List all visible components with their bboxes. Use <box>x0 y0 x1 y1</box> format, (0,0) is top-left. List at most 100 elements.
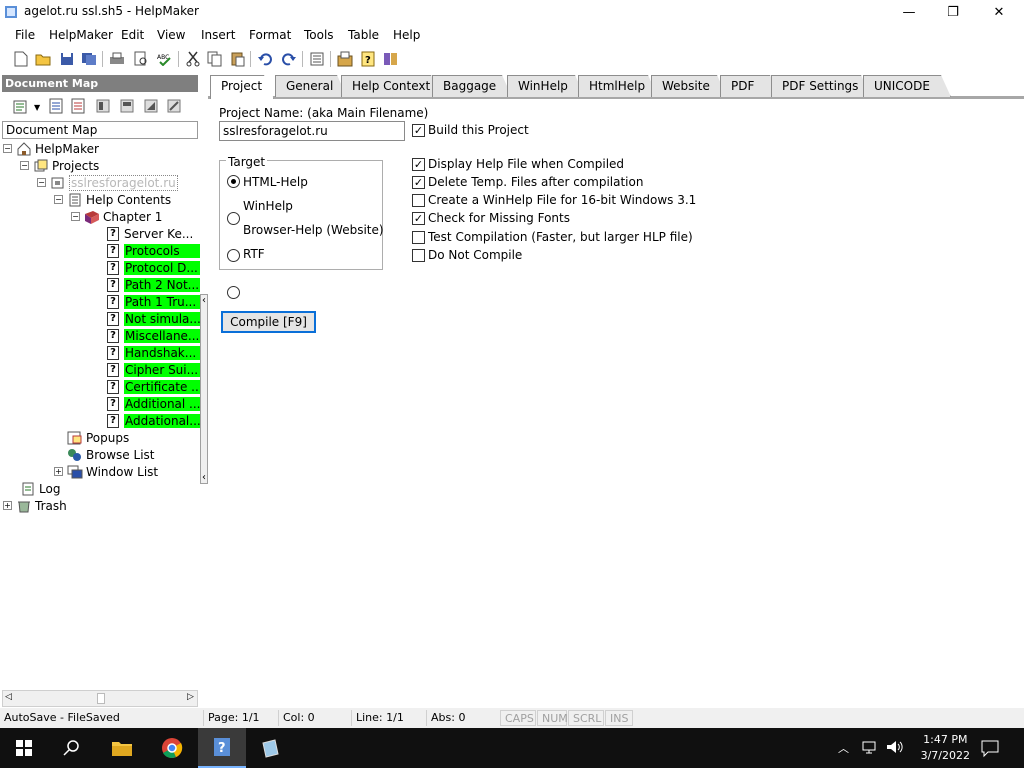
target-html-help-radio[interactable] <box>227 175 240 188</box>
maximize-button[interactable]: ❐ <box>930 0 976 24</box>
new-file-icon[interactable] <box>12 50 30 68</box>
help-topic-icon[interactable]: ? <box>359 50 377 68</box>
collapse-toggle[interactable]: − <box>20 161 29 170</box>
delete-temp-checkbox[interactable]: ✓ <box>412 176 425 189</box>
scroll-left-icon[interactable]: ◁ <box>5 692 12 702</box>
copy-icon[interactable] <box>206 50 224 68</box>
new-topic-icon[interactable] <box>12 97 30 115</box>
tree-node-browse-list[interactable]: Browse List <box>67 446 154 463</box>
scroll-thumb[interactable] <box>97 693 105 704</box>
compile-toolbar-icon[interactable] <box>382 50 400 68</box>
paste-icon[interactable] <box>229 50 247 68</box>
tree-node-topic[interactable]: ? Miscellane... <box>105 327 200 344</box>
tree-node-topic[interactable]: ? Path 2 Not... <box>105 276 200 293</box>
winhelp16-checkbox[interactable] <box>412 194 425 207</box>
menu-helpmaker[interactable]: HelpMaker <box>45 27 117 43</box>
build-project-checkbox[interactable]: ✓ <box>412 124 425 137</box>
helpmaker-taskbar-icon[interactable]: ? <box>198 728 246 768</box>
tab-pdf-settings[interactable]: PDF Settings <box>771 75 871 97</box>
scroll-right-icon[interactable]: ▷ <box>187 692 194 702</box>
tree-node-window-list[interactable]: + Window List <box>54 463 158 480</box>
compile-button[interactable]: Compile [F9] <box>221 311 316 333</box>
collapse-left-icon[interactable]: ‹ <box>202 295 206 306</box>
tree-node-topic[interactable]: ? Server Ke... <box>105 225 197 242</box>
topic-list-icon[interactable] <box>70 97 88 115</box>
tab-help-context[interactable]: Help Context <box>341 75 441 97</box>
tree-horizontal-scrollbar[interactable]: ◁ ▷ <box>2 690 198 707</box>
topic-properties-icon[interactable] <box>48 97 66 115</box>
do-not-compile-checkbox[interactable] <box>412 249 425 262</box>
collapse-left-icon[interactable]: ‹ <box>202 472 206 483</box>
notifications-icon[interactable] <box>980 738 1000 761</box>
test-compilation-checkbox[interactable] <box>412 231 425 244</box>
project-properties-icon[interactable] <box>336 50 354 68</box>
project-name-input[interactable] <box>219 121 405 141</box>
tree-node-topic[interactable]: ? Path 1 Tru... <box>105 293 200 310</box>
tree-node-topic[interactable]: ? Additional ... <box>105 395 201 412</box>
tab-website[interactable]: Website <box>651 75 727 97</box>
spellcheck-icon[interactable]: ABC <box>156 50 174 68</box>
windows-start-icon[interactable] <box>0 728 48 768</box>
menu-tools[interactable]: Tools <box>300 27 338 43</box>
menu-file[interactable]: File <box>11 27 39 43</box>
pane-splitter[interactable]: ‹ ‹ <box>200 294 208 484</box>
tab-winhelp[interactable]: WinHelp <box>507 75 585 97</box>
tab-baggage[interactable]: Baggage <box>432 75 512 97</box>
expand-toggle[interactable]: + <box>54 467 63 476</box>
network-icon[interactable] <box>862 739 878 758</box>
tree-node-topic[interactable]: ? Certificate ... <box>105 378 203 395</box>
save-all-icon[interactable] <box>80 50 98 68</box>
expand-toggle[interactable]: + <box>3 501 12 510</box>
target-winhelp-radio[interactable] <box>227 212 240 225</box>
tree-node-projects[interactable]: − Projects <box>20 157 99 174</box>
menu-help[interactable]: Help <box>389 27 424 43</box>
tree-node-help-contents[interactable]: − Help Contents <box>54 191 171 208</box>
tree-node-helpmaker[interactable]: − HelpMaker <box>3 140 99 157</box>
move-left-icon[interactable] <box>94 97 112 115</box>
move-down-icon[interactable] <box>142 97 160 115</box>
minimize-button[interactable]: — <box>886 0 932 24</box>
menu-view[interactable]: View <box>153 27 189 43</box>
show-hidden-icons-icon[interactable]: ︿ <box>838 740 849 756</box>
tree-node-topic[interactable]: ? Addational... <box>105 412 201 429</box>
tree-node-chapter-1[interactable]: − Chapter 1 <box>71 208 162 225</box>
collapse-toggle[interactable]: − <box>3 144 12 153</box>
missing-fonts-checkbox[interactable]: ✓ <box>412 212 425 225</box>
undo-icon[interactable] <box>256 50 274 68</box>
tree-node-topic[interactable]: ? Protocols <box>105 242 200 259</box>
menu-table[interactable]: Table <box>344 27 383 43</box>
volume-icon[interactable] <box>886 739 904 758</box>
tab-unicode[interactable]: UNICODE <box>863 75 951 97</box>
tab-htmlhelp[interactable]: HtmlHelp <box>578 75 658 97</box>
system-clock[interactable]: 1:47 PM 3/7/2022 <box>921 732 970 764</box>
menu-insert[interactable]: Insert <box>197 27 239 43</box>
tab-project[interactable]: Project <box>210 75 274 99</box>
collapse-toggle[interactable]: − <box>71 212 80 221</box>
cut-icon[interactable] <box>184 50 202 68</box>
tree-node-project[interactable]: − sslresforagelot.ru <box>37 174 178 191</box>
search-icon[interactable] <box>48 728 96 768</box>
tree-node-log[interactable]: Log <box>20 480 60 497</box>
move-up-icon[interactable] <box>118 97 136 115</box>
tree-node-topic[interactable]: ? Protocol D... <box>105 259 200 276</box>
chrome-icon[interactable] <box>148 728 196 768</box>
open-folder-icon[interactable] <box>34 50 52 68</box>
target-rtf-radio[interactable] <box>227 286 240 299</box>
menu-edit[interactable]: Edit <box>117 27 148 43</box>
file-explorer-icon[interactable] <box>98 728 146 768</box>
move-right-icon[interactable] <box>165 97 183 115</box>
menu-format[interactable]: Format <box>245 27 295 43</box>
tab-general[interactable]: General <box>275 75 347 97</box>
print-icon[interactable] <box>108 50 126 68</box>
tree-node-trash[interactable]: + Trash <box>3 497 67 514</box>
tree-node-topic[interactable]: ? Handshak... <box>105 344 200 361</box>
target-browser-help-radio[interactable] <box>227 249 240 262</box>
display-help-checkbox[interactable]: ✓ <box>412 158 425 171</box>
tree-node-popups[interactable]: Popups <box>67 429 129 446</box>
tree-node-topic[interactable]: ? Cipher Sui... <box>105 361 200 378</box>
save-icon[interactable] <box>58 50 76 68</box>
page-break-icon[interactable] <box>308 50 326 68</box>
notepad-taskbar-icon[interactable] <box>246 728 294 768</box>
close-button[interactable]: ✕ <box>976 0 1022 24</box>
collapse-toggle[interactable]: − <box>54 195 63 204</box>
